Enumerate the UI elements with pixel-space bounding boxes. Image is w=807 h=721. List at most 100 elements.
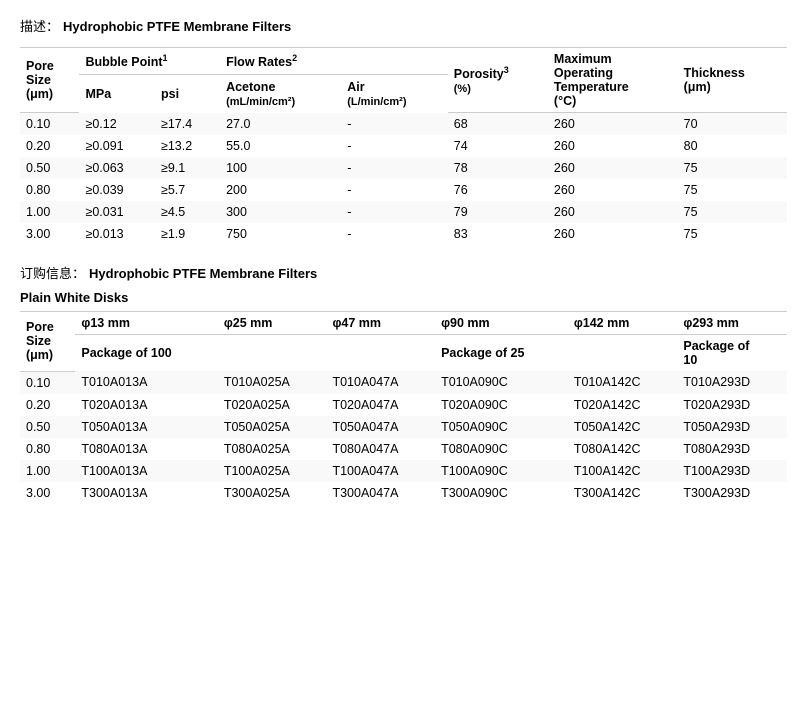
description-value: Hydrophobic PTFE Membrane Filters bbox=[63, 19, 291, 34]
order-row: 3.00 T300A013A T300A025A T300A047A T300A… bbox=[20, 482, 787, 504]
p90-cell: T050A090C bbox=[435, 416, 568, 438]
order-info-value: Hydrophobic PTFE Membrane Filters bbox=[89, 266, 317, 281]
air-cell: - bbox=[341, 179, 448, 201]
order-pore-cell: 3.00 bbox=[20, 482, 75, 504]
phi25-pkg-header bbox=[218, 335, 327, 372]
phi90-header: φ90 mm bbox=[435, 312, 568, 335]
properties-table: Pore Size (μm) Bubble Point1 Flow Rates2… bbox=[20, 47, 787, 245]
air-cell: - bbox=[341, 201, 448, 223]
porosity-cell: 68 bbox=[448, 113, 548, 136]
acetone-cell: 300 bbox=[220, 201, 341, 223]
properties-tbody: 0.10 ≥0.12 ≥17.4 27.0 - 68 260 70 0.20 ≥… bbox=[20, 113, 787, 246]
mpa-cell: ≥0.12 bbox=[79, 113, 155, 136]
air-header: Air(L/min/cm²) bbox=[341, 74, 448, 112]
air-cell: - bbox=[341, 135, 448, 157]
temp-cell: 260 bbox=[548, 157, 678, 179]
pore-size-cell: 0.50 bbox=[20, 157, 79, 179]
mpa-cell: ≥0.013 bbox=[79, 223, 155, 245]
p293-cell: T050A293D bbox=[677, 416, 787, 438]
psi-cell: ≥17.4 bbox=[155, 113, 220, 136]
order-header-row: PoreSize(μm) φ13 mm φ25 mm φ47 mm φ90 mm… bbox=[20, 312, 787, 335]
p25-cell: T080A025A bbox=[218, 438, 327, 460]
psi-header: psi bbox=[155, 74, 220, 112]
acetone-cell: 27.0 bbox=[220, 113, 341, 136]
thickness-cell: 70 bbox=[678, 113, 787, 136]
order-pore-cell: 0.10 bbox=[20, 371, 75, 394]
p13-cell: T050A013A bbox=[75, 416, 217, 438]
psi-cell: ≥4.5 bbox=[155, 201, 220, 223]
p25-cell: T010A025A bbox=[218, 371, 327, 394]
max-temp-header: MaximumOperatingTemperature(°C) bbox=[548, 48, 678, 113]
p47-cell: T010A047A bbox=[326, 371, 435, 394]
order-pore-size-header: PoreSize(μm) bbox=[20, 312, 75, 372]
p293-cell: T300A293D bbox=[677, 482, 787, 504]
mpa-header: MPa bbox=[79, 74, 155, 112]
temp-cell: 260 bbox=[548, 201, 678, 223]
properties-row: 0.10 ≥0.12 ≥17.4 27.0 - 68 260 70 bbox=[20, 113, 787, 136]
p90-cell: T300A090C bbox=[435, 482, 568, 504]
thickness-cell: 75 bbox=[678, 157, 787, 179]
order-row: 1.00 T100A013A T100A025A T100A047A T100A… bbox=[20, 460, 787, 482]
phi47-pkg-header bbox=[326, 335, 435, 372]
p47-cell: T300A047A bbox=[326, 482, 435, 504]
acetone-cell: 200 bbox=[220, 179, 341, 201]
p13-cell: T300A013A bbox=[75, 482, 217, 504]
thickness-cell: 75 bbox=[678, 223, 787, 245]
p142-cell: T300A142C bbox=[568, 482, 678, 504]
phi293-pkg-header: Package of10 bbox=[677, 335, 787, 372]
properties-header-row: Pore Size (μm) Bubble Point1 Flow Rates2… bbox=[20, 48, 787, 75]
p293-cell: T100A293D bbox=[677, 460, 787, 482]
properties-row: 3.00 ≥0.013 ≥1.9 750 - 83 260 75 bbox=[20, 223, 787, 245]
p25-cell: T050A025A bbox=[218, 416, 327, 438]
description-label: 描述： bbox=[20, 19, 59, 34]
p142-cell: T020A142C bbox=[568, 394, 678, 416]
acetone-cell: 750 bbox=[220, 223, 341, 245]
pore-size-cell: 1.00 bbox=[20, 201, 79, 223]
order-table: PoreSize(μm) φ13 mm φ25 mm φ47 mm φ90 mm… bbox=[20, 311, 787, 504]
order-pore-cell: 0.50 bbox=[20, 416, 75, 438]
phi142-header: φ142 mm bbox=[568, 312, 678, 335]
pore-size-cell: 3.00 bbox=[20, 223, 79, 245]
thickness-cell: 80 bbox=[678, 135, 787, 157]
pore-size-header: Pore Size (μm) bbox=[20, 48, 79, 113]
order-info-title: 订购信息： Hydrophobic PTFE Membrane Filters bbox=[20, 263, 787, 282]
plain-white-title: Plain White Disks bbox=[20, 290, 787, 305]
phi90-pkg-header: Package of 25 bbox=[435, 335, 568, 372]
order-pore-cell: 1.00 bbox=[20, 460, 75, 482]
porosity-cell: 83 bbox=[448, 223, 548, 245]
p47-cell: T100A047A bbox=[326, 460, 435, 482]
p47-cell: T020A047A bbox=[326, 394, 435, 416]
p13-cell: T020A013A bbox=[75, 394, 217, 416]
psi-cell: ≥5.7 bbox=[155, 179, 220, 201]
porosity-cell: 78 bbox=[448, 157, 548, 179]
porosity-cell: 79 bbox=[448, 201, 548, 223]
pore-size-cell: 0.80 bbox=[20, 179, 79, 201]
p90-cell: T080A090C bbox=[435, 438, 568, 460]
mpa-cell: ≥0.063 bbox=[79, 157, 155, 179]
acetone-cell: 100 bbox=[220, 157, 341, 179]
thickness-cell: 75 bbox=[678, 179, 787, 201]
phi142-pkg-header bbox=[568, 335, 678, 372]
porosity-cell: 74 bbox=[448, 135, 548, 157]
air-cell: - bbox=[341, 113, 448, 136]
order-info-label: 订购信息： bbox=[20, 266, 85, 281]
temp-cell: 260 bbox=[548, 135, 678, 157]
p25-cell: T100A025A bbox=[218, 460, 327, 482]
porosity-header: Porosity3(%) bbox=[448, 48, 548, 113]
p47-cell: T080A047A bbox=[326, 438, 435, 460]
temp-cell: 260 bbox=[548, 223, 678, 245]
bubble-point-header: Bubble Point1 bbox=[79, 48, 220, 75]
p90-cell: T010A090C bbox=[435, 371, 568, 394]
psi-cell: ≥1.9 bbox=[155, 223, 220, 245]
mpa-cell: ≥0.039 bbox=[79, 179, 155, 201]
thickness-cell: 75 bbox=[678, 201, 787, 223]
p90-cell: T100A090C bbox=[435, 460, 568, 482]
air-cell: - bbox=[341, 223, 448, 245]
p293-cell: T080A293D bbox=[677, 438, 787, 460]
order-pore-cell: 0.20 bbox=[20, 394, 75, 416]
phi13-pkg-header: Package of 100 bbox=[75, 335, 217, 372]
phi13-header: φ13 mm bbox=[75, 312, 217, 335]
order-subheader-row: Package of 100 Package of 25 Package of1… bbox=[20, 335, 787, 372]
properties-row: 0.20 ≥0.091 ≥13.2 55.0 - 74 260 80 bbox=[20, 135, 787, 157]
p293-cell: T010A293D bbox=[677, 371, 787, 394]
